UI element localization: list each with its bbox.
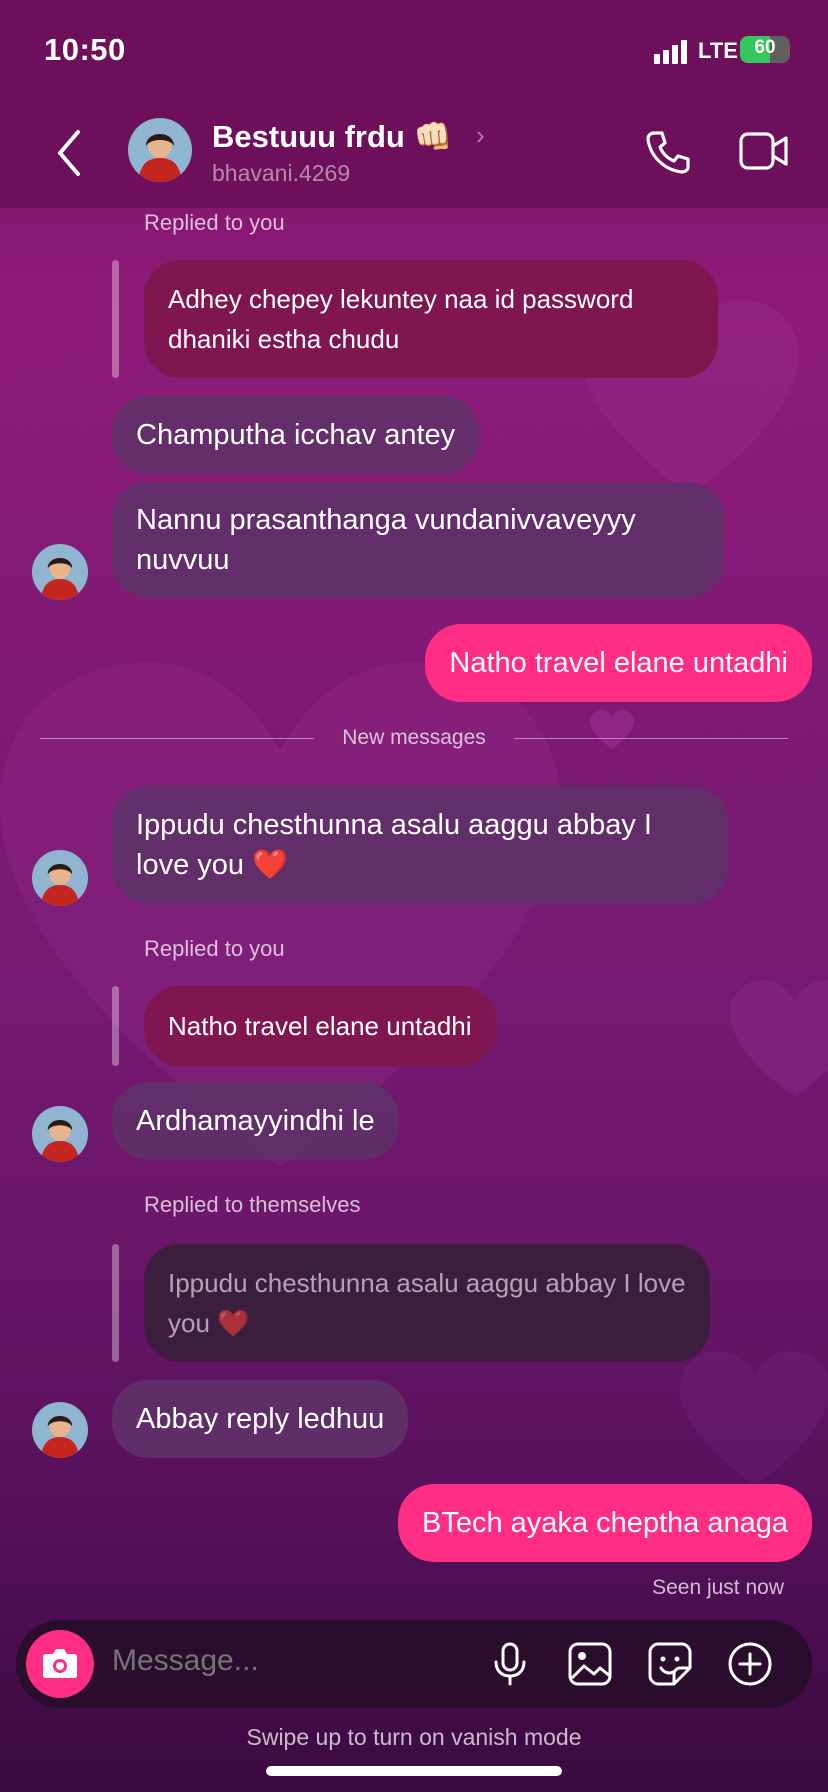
- reply-quote-bar: [112, 986, 119, 1066]
- received-message[interactable]: Ardhamayyindhi le: [112, 1082, 399, 1160]
- video-icon[interactable]: [738, 128, 790, 174]
- received-message[interactable]: Nannu prasanthanga vundanivvaveyyy nuvvu…: [112, 482, 724, 598]
- contact-avatar[interactable]: [128, 118, 192, 182]
- contact-username[interactable]: bhavani.4269: [212, 160, 350, 187]
- quoted-message[interactable]: Natho travel elane untadhi: [144, 986, 496, 1066]
- gallery-icon[interactable]: [566, 1640, 614, 1688]
- microphone-icon[interactable]: [486, 1640, 534, 1688]
- received-message[interactable]: Ippudu chesthunna asalu aaggu abbay I lo…: [112, 786, 728, 904]
- vanish-mode-hint[interactable]: Swipe up to turn on vanish mode: [0, 1724, 828, 1751]
- reply-quote-bar: [112, 260, 119, 378]
- battery-percent: 60: [754, 37, 776, 58]
- chat-header: Bestuuu frdu 👊🏻 › bhavani.4269: [0, 100, 828, 208]
- sender-avatar[interactable]: [32, 850, 88, 906]
- message-input[interactable]: [112, 1644, 412, 1678]
- camera-icon: [43, 1649, 77, 1678]
- sender-avatar[interactable]: [32, 544, 88, 600]
- phone-icon[interactable]: [644, 128, 692, 176]
- signal-icon: [654, 40, 688, 64]
- status-bar: 10:50 LTE 60: [0, 0, 828, 100]
- message-composer: [16, 1620, 812, 1708]
- quoted-message[interactable]: Ippudu chesthunna asalu aaggu abbay I lo…: [144, 1244, 710, 1362]
- divider-line-right: [514, 738, 788, 739]
- reply-context-label: Replied to themselves: [144, 1192, 361, 1217]
- home-indicator[interactable]: [266, 1766, 562, 1776]
- plus-circle-icon[interactable]: [726, 1640, 774, 1688]
- sender-avatar[interactable]: [32, 1402, 88, 1458]
- sticker-icon[interactable]: [646, 1640, 694, 1688]
- contact-name[interactable]: Bestuuu frdu 👊🏻: [212, 118, 452, 155]
- quoted-message[interactable]: Adhey chepey lekuntey naa id password dh…: [144, 260, 718, 378]
- back-arrow-icon[interactable]: [54, 128, 84, 178]
- reply-context-label: Replied to you: [144, 210, 285, 235]
- sent-message[interactable]: BTech ayaka cheptha anaga: [398, 1484, 812, 1562]
- reply-context-label: Replied to you: [144, 936, 285, 961]
- camera-button[interactable]: [26, 1630, 94, 1698]
- seen-status: Seen just now: [652, 1576, 784, 1599]
- received-message[interactable]: Champutha icchav antey: [112, 396, 480, 474]
- sent-message[interactable]: Natho travel elane untadhi: [425, 624, 812, 702]
- background-heart-right: [730, 980, 828, 1098]
- status-time: 10:50: [44, 32, 126, 67]
- reply-quote-bar: [112, 1244, 119, 1362]
- network-label: LTE: [698, 38, 738, 63]
- chevron-right-icon[interactable]: ›: [476, 120, 485, 151]
- received-message[interactable]: Abbay reply ledhuu: [112, 1380, 409, 1458]
- sender-avatar[interactable]: [32, 1106, 88, 1162]
- background-heart-bottom: [680, 1351, 828, 1486]
- battery-icon: 60: [740, 36, 790, 63]
